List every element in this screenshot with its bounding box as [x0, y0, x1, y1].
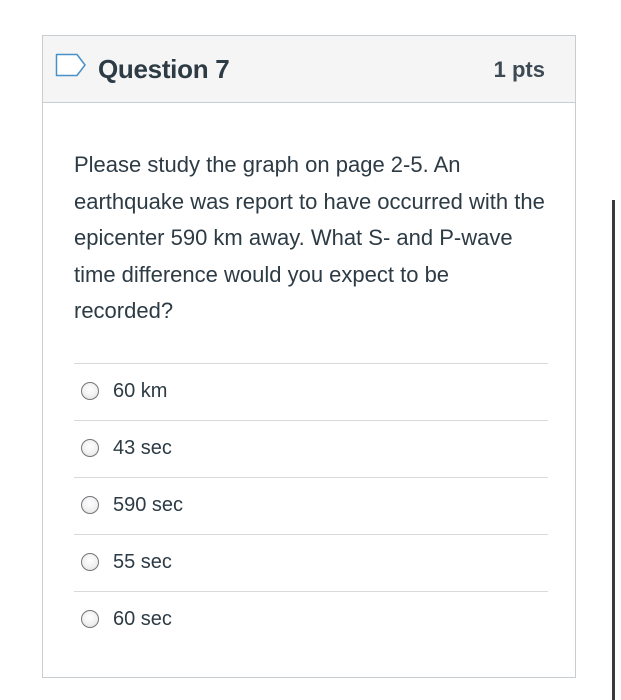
answer-option[interactable]: 55 sec — [74, 534, 548, 591]
answer-option[interactable]: 60 sec — [74, 591, 548, 648]
answer-option[interactable]: 60 km — [74, 363, 548, 420]
radio-button[interactable] — [81, 382, 99, 400]
radio-button[interactable] — [81, 610, 99, 628]
radio-button[interactable] — [81, 496, 99, 514]
answer-label[interactable]: 590 sec — [113, 492, 183, 518]
radio-button[interactable] — [81, 439, 99, 457]
radio-button[interactable] — [81, 553, 99, 571]
answer-label[interactable]: 60 km — [113, 378, 167, 404]
answer-label[interactable]: 55 sec — [113, 549, 172, 575]
answer-label[interactable]: 60 sec — [113, 606, 172, 632]
answer-option[interactable]: 590 sec — [74, 477, 548, 534]
scrollbar[interactable] — [612, 200, 615, 700]
question-title: Question 7 — [98, 54, 230, 84]
answer-label[interactable]: 43 sec — [113, 435, 172, 461]
answer-option[interactable]: 43 sec — [74, 420, 548, 477]
question-card: Question 7 1 pts Please study the graph … — [42, 35, 576, 678]
question-points: 1 pts — [493, 57, 545, 82]
answer-list: 60 km 43 sec 590 sec 55 sec 60 sec — [74, 363, 548, 648]
question-text: Please study the graph on page 2-5. An e… — [74, 152, 545, 323]
flag-outline-icon[interactable] — [55, 53, 87, 77]
question-header: Question 7 1 pts — [43, 36, 575, 103]
